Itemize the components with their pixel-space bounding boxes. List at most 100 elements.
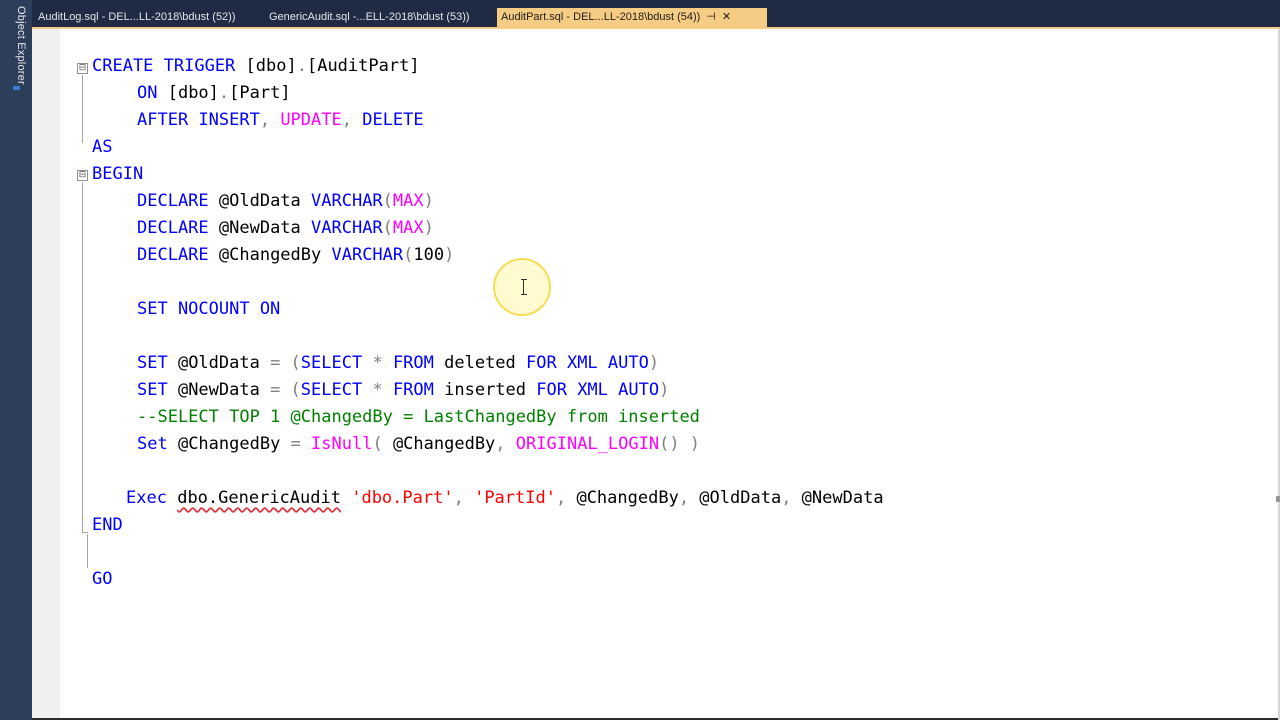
code-line: Exec dbo.GenericAudit 'dbo.Part', 'PartI…: [126, 485, 884, 512]
identifier: @ChangedBy: [382, 434, 496, 454]
fold-guide: [82, 75, 83, 143]
identifier: deleted: [433, 353, 527, 373]
operator: = (: [270, 380, 301, 400]
keyword: Set: [137, 434, 168, 454]
operator: ,: [495, 434, 506, 454]
keyword: SET: [137, 353, 168, 373]
keyword: FOR XML AUTO: [536, 380, 660, 400]
code-line: AS: [92, 134, 112, 161]
operator: ,: [555, 488, 567, 508]
query-editor[interactable]: ⊟ ⊟ CREATE TRIGGER [dbo].[AuditPart] ON …: [32, 29, 1278, 718]
identifier: @NewData: [167, 380, 271, 400]
pin-icon[interactable]: ⊣: [706, 8, 716, 27]
keyword: GO: [92, 569, 113, 589]
operator: .: [218, 83, 230, 103]
keyword: SET: [137, 380, 168, 400]
identifier: [Part]: [229, 83, 291, 103]
number-literal: 100: [413, 245, 445, 265]
identifier: @OldData: [208, 191, 312, 211]
collapse-icon[interactable]: ⊟: [77, 170, 88, 181]
operator: ,: [341, 110, 352, 130]
code-line: CREATE TRIGGER [dbo].[AuditPart]: [92, 53, 420, 80]
operator: ): [423, 191, 434, 211]
identifier: @NewData: [791, 488, 884, 508]
keyword: DECLARE: [137, 191, 209, 211]
identifier: inserted: [433, 380, 537, 400]
keyword: VARCHAR: [331, 245, 404, 265]
code-line: DECLARE @OldData VARCHAR(MAX): [137, 188, 434, 215]
keyword: DECLARE: [137, 218, 209, 238]
tab-label: AuditPart.sql - DEL...LL-2018\bdust (54)…: [501, 11, 701, 23]
code-line: END: [92, 512, 123, 539]
operator: *: [362, 353, 393, 373]
tab-auditpart[interactable]: AuditPart.sql - DEL...LL-2018\bdust (54)…: [497, 8, 767, 27]
document-tab-bar: AuditLog.sql - DEL...LL-2018\bdust (52))…: [32, 0, 1280, 28]
operator: () ): [659, 434, 701, 454]
code-text-area[interactable]: CREATE TRIGGER [dbo].[AuditPart] ON [dbo…: [92, 29, 1278, 718]
operator: (: [382, 218, 393, 238]
function-name: ORIGINAL_LOGIN: [505, 434, 660, 454]
code-line: BEGIN: [92, 161, 143, 188]
object-explorer-strip[interactable]: Object Explorer: [0, 0, 32, 720]
keyword-function: MAX: [392, 218, 424, 238]
keyword: AS: [92, 137, 113, 157]
keyword: CREATE TRIGGER: [92, 56, 236, 76]
identifier: @NewData: [208, 218, 312, 238]
tab-genericaudit[interactable]: GenericAudit.sql -...ELL-2018\bdust (53)…: [265, 8, 470, 27]
operator: = (: [270, 353, 301, 373]
code-line: DECLARE @NewData VARCHAR(MAX): [137, 215, 434, 242]
keyword: AFTER INSERT: [137, 110, 260, 130]
keyword: SELECT: [300, 380, 363, 400]
editor-gutter: [32, 29, 60, 718]
identifier: @OldData: [167, 353, 271, 373]
code-line: DECLARE @ChangedBy VARCHAR(100): [137, 242, 454, 269]
identifier: @OldData: [689, 488, 782, 508]
object-explorer-label[interactable]: Object Explorer: [5, 6, 27, 86]
operator: .: [296, 56, 307, 76]
identifier: @ChangedBy: [208, 245, 332, 265]
identifier: [dbo]: [235, 56, 297, 76]
keyword: FOR XML AUTO: [526, 353, 649, 373]
keyword-function: MAX: [392, 191, 424, 211]
keyword: BEGIN: [92, 164, 144, 184]
fold-guide-tail: [87, 534, 88, 568]
code-line: ON [dbo].[Part]: [137, 80, 291, 107]
operator: =: [290, 434, 301, 454]
string-literal: 'PartId': [474, 488, 556, 508]
operator: ): [659, 380, 670, 400]
keyword: ON: [137, 83, 158, 103]
code-line: AFTER INSERT, UPDATE, DELETE: [137, 107, 424, 134]
operator: ,: [259, 110, 271, 130]
code-line: SET @NewData = (SELECT * FROM inserted F…: [137, 377, 669, 404]
identifier: @ChangedBy: [566, 488, 679, 508]
error-squiggle-identifier[interactable]: dbo.GenericAudit: [177, 488, 341, 508]
operator: ,: [678, 488, 690, 508]
operator: ): [423, 218, 434, 238]
text-cursor-icon: [521, 279, 527, 295]
tab-label: GenericAudit.sql -...ELL-2018\bdust (53)…: [269, 11, 470, 23]
identifier: [dbo]: [157, 83, 219, 103]
comment: --SELECT TOP 1 @ChangedBy = LastChangedB…: [137, 407, 700, 427]
keyword: SELECT: [300, 353, 363, 373]
object-explorer-accent: [13, 86, 20, 90]
tab-label: AuditLog.sql - DEL...LL-2018\bdust (52)): [38, 11, 236, 23]
operator: ): [444, 245, 455, 265]
keyword: END: [92, 515, 123, 535]
operator: ,: [781, 488, 792, 508]
keyword: SET NOCOUNT ON: [137, 299, 281, 319]
collapse-icon[interactable]: ⊟: [77, 63, 88, 74]
fold-guide: [82, 182, 83, 532]
keyword: DELETE: [351, 110, 424, 130]
close-icon[interactable]: ✕: [722, 8, 731, 27]
keyword: FROM: [392, 353, 434, 373]
code-line: --SELECT TOP 1 @ChangedBy = LastChangedB…: [137, 404, 700, 431]
tab-auditlog[interactable]: AuditLog.sql - DEL...LL-2018\bdust (52)): [34, 8, 236, 27]
keyword-function: UPDATE: [270, 110, 342, 130]
operator: (: [382, 191, 393, 211]
overflow-indicator: [1276, 496, 1280, 502]
code-line: Set @ChangedBy = IsNull( @ChangedBy, ORI…: [137, 431, 700, 458]
code-line: SET @OldData = (SELECT * FROM deleted FO…: [137, 350, 659, 377]
identifier: [AuditPart]: [306, 56, 420, 76]
keyword: VARCHAR: [311, 191, 383, 211]
